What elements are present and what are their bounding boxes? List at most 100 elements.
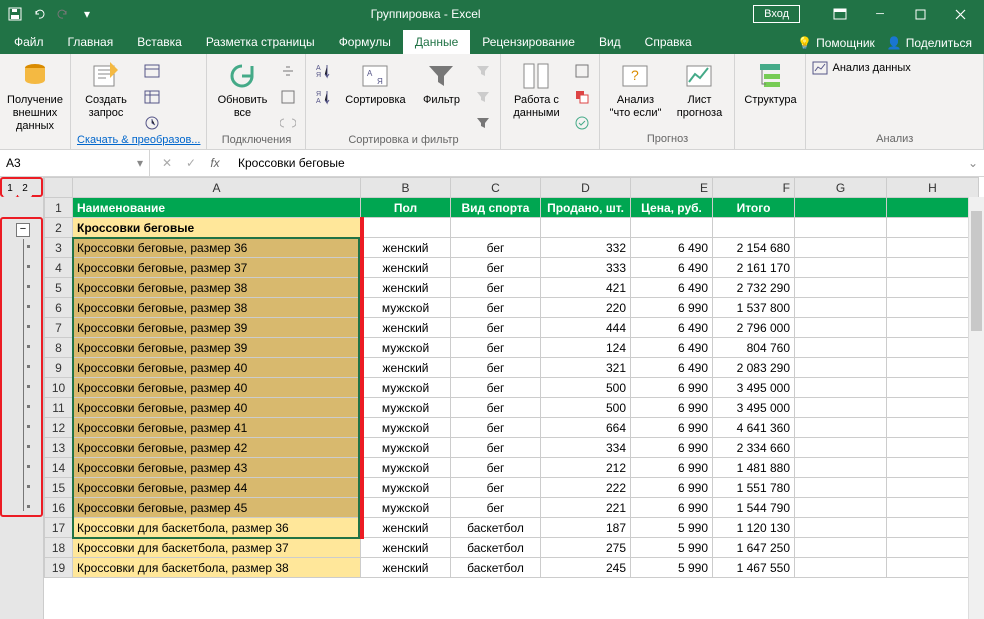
cell[interactable] [795,258,887,278]
cell-price[interactable]: 5 990 [631,558,713,578]
cell-name[interactable]: Кроссовки беговые, размер 42 [73,438,361,458]
data-validation-icon[interactable] [571,112,593,134]
cell[interactable] [795,438,887,458]
cell-price[interactable]: 6 990 [631,498,713,518]
cell-price[interactable]: 6 490 [631,318,713,338]
name-box[interactable]: ▾ [0,150,150,176]
data-tools-button[interactable]: Работа с данными [507,60,565,120]
cell-gender[interactable]: мужской [361,398,451,418]
cell[interactable] [361,218,451,238]
group-title-cell[interactable]: Кроссовки беговые [73,218,361,238]
cell[interactable] [887,478,979,498]
cell-gender[interactable]: женский [361,238,451,258]
cell[interactable] [887,258,979,278]
row-header[interactable]: 17 [45,518,73,538]
group-download-transform[interactable]: Скачать & преобразов... [77,134,200,148]
cell[interactable] [795,298,887,318]
cell-price[interactable]: 6 490 [631,358,713,378]
cell-sport[interactable]: баскетбол [451,558,541,578]
cell-gender[interactable]: мужской [361,378,451,398]
cell-sold[interactable]: 245 [541,558,631,578]
forecast-sheet-button[interactable]: Лист прогноза [670,60,728,120]
cell-total[interactable]: 804 760 [713,338,795,358]
clear-filter-icon[interactable] [472,60,494,82]
cell-name[interactable]: Кроссовки для баскетбола, размер 38 [73,558,361,578]
tab-help[interactable]: Справка [633,30,704,54]
cell-sold[interactable]: 500 [541,398,631,418]
cell-sold[interactable]: 334 [541,438,631,458]
column-header-H[interactable]: H [887,178,979,198]
cell-total[interactable]: 1 481 880 [713,458,795,478]
cell-total[interactable]: 3 495 000 [713,398,795,418]
cell-sport[interactable]: бег [451,338,541,358]
cell-sport[interactable]: баскетбол [451,518,541,538]
cell[interactable] [887,198,979,218]
save-icon[interactable] [4,3,26,25]
cell-gender[interactable]: мужской [361,498,451,518]
cell-gender[interactable]: женский [361,278,451,298]
cell-name[interactable]: Кроссовки для баскетбола, размер 36 [73,518,361,538]
column-header-G[interactable]: G [795,178,887,198]
sort-desc-icon[interactable]: ЯА [312,86,334,108]
cell[interactable] [887,558,979,578]
cell[interactable] [887,338,979,358]
sort-button[interactable]: АЯ Сортировка [340,60,410,107]
column-header-B[interactable]: B [361,178,451,198]
cell-gender[interactable]: мужской [361,478,451,498]
assistant-button[interactable]: 💡Помощник [797,36,875,50]
connections-icon[interactable] [277,60,299,82]
tab-view[interactable]: Вид [587,30,633,54]
vertical-scrollbar[interactable] [968,197,984,619]
cell[interactable] [795,458,887,478]
cell[interactable] [887,378,979,398]
cell[interactable] [887,218,979,238]
cell-total[interactable]: 1 544 790 [713,498,795,518]
cell-sport[interactable]: бег [451,358,541,378]
cell-name[interactable]: Кроссовки беговые, размер 39 [73,338,361,358]
cell-total[interactable]: 4 641 360 [713,418,795,438]
cell-total[interactable]: 2 083 290 [713,358,795,378]
sort-asc-icon[interactable]: АЯ [312,60,334,82]
tab-insert[interactable]: Вставка [125,30,194,54]
tab-home[interactable]: Главная [56,30,126,54]
cell-price[interactable]: 6 990 [631,298,713,318]
cell-price[interactable]: 6 990 [631,478,713,498]
cell-sold[interactable]: 275 [541,538,631,558]
cell[interactable] [887,458,979,478]
row-header[interactable]: 5 [45,278,73,298]
column-header-A[interactable]: A [73,178,361,198]
cell-price[interactable]: 6 490 [631,278,713,298]
cell-sold[interactable]: 187 [541,518,631,538]
login-button[interactable]: Вход [753,5,800,23]
header-price[interactable]: Цена, руб. [631,198,713,218]
cell-total[interactable]: 2 334 660 [713,438,795,458]
cell-name[interactable]: Кроссовки беговые, размер 40 [73,398,361,418]
cell[interactable] [887,418,979,438]
cell-sold[interactable]: 664 [541,418,631,438]
row-header[interactable]: 4 [45,258,73,278]
advanced-filter-icon[interactable] [472,112,494,134]
row-header[interactable]: 12 [45,418,73,438]
cell[interactable] [887,538,979,558]
cell-sold[interactable]: 321 [541,358,631,378]
cell-sold[interactable]: 221 [541,498,631,518]
edit-links-icon[interactable] [277,112,299,134]
cell-name[interactable]: Кроссовки беговые, размер 41 [73,418,361,438]
cell-price[interactable]: 6 490 [631,238,713,258]
cell-total[interactable]: 1 537 800 [713,298,795,318]
cell-total[interactable]: 2 732 290 [713,278,795,298]
redo-icon[interactable] [52,3,74,25]
cell[interactable] [795,218,887,238]
cell-sold[interactable]: 444 [541,318,631,338]
row-header[interactable]: 1 [45,198,73,218]
cell-gender[interactable]: женский [361,358,451,378]
cell-gender[interactable]: мужской [361,298,451,318]
row-header[interactable]: 11 [45,398,73,418]
cell-sport[interactable]: бег [451,258,541,278]
cell[interactable] [713,218,795,238]
formula-input[interactable] [232,156,962,170]
cell-gender[interactable]: женский [361,318,451,338]
cell[interactable] [795,238,887,258]
column-header-D[interactable]: D [541,178,631,198]
cell[interactable] [795,418,887,438]
